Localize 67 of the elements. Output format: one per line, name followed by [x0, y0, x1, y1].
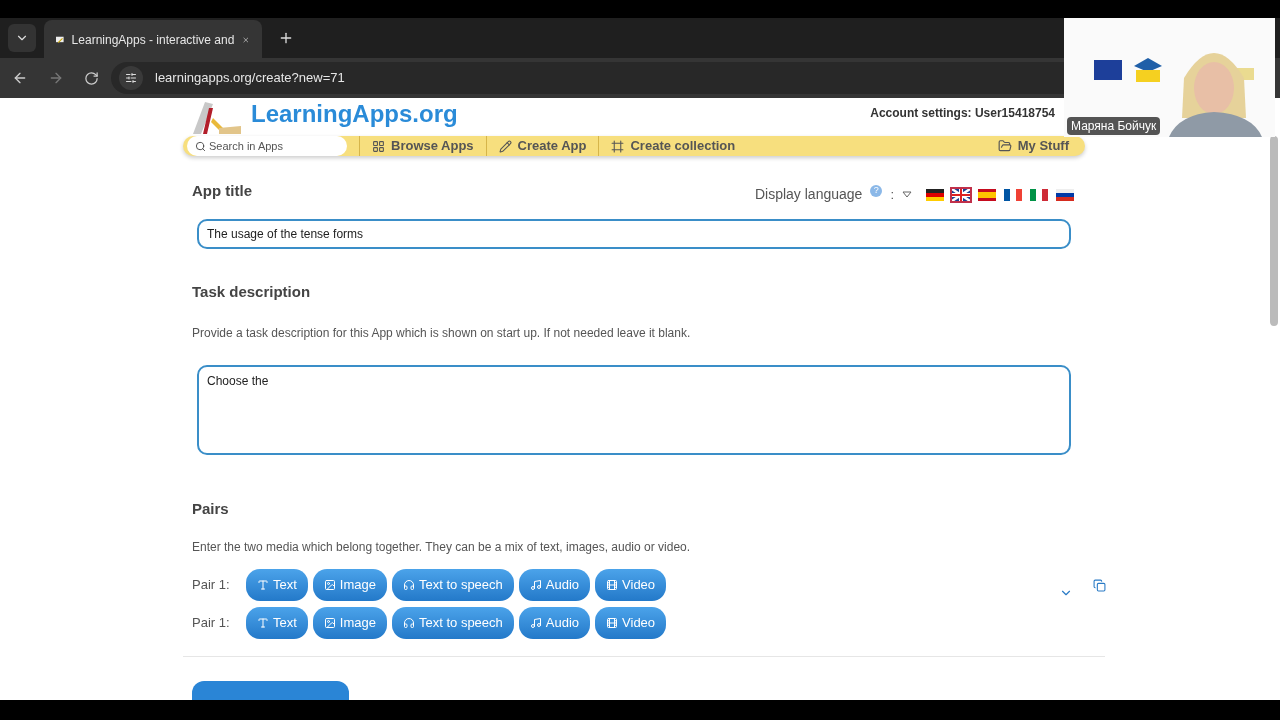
media-type-button[interactable]: Video: [595, 607, 667, 639]
language-flag-button[interactable]: [950, 186, 972, 203]
film-icon: [606, 579, 619, 591]
participant-name-label: Маряна Бойчук: [1067, 117, 1161, 135]
account-settings-link[interactable]: Account settings: User15418754: [870, 104, 1055, 122]
pairs-hint: Enter the two media which belong together. They can be a mix of text, images, audio or video.: [191, 539, 692, 556]
tab-favicon-icon: [56, 34, 64, 46]
site-logo[interactable]: LearningApps.org: [251, 102, 458, 126]
media-type-button[interactable]: Image: [312, 569, 387, 601]
section-heading: App title: [192, 181, 252, 201]
nav-link[interactable]: Create collection: [611, 136, 736, 156]
letter-icon: [257, 579, 269, 591]
language-flag-button[interactable]: [1054, 186, 1076, 203]
section-heading: Pairs: [191, 498, 230, 519]
flag-icon: [1056, 188, 1074, 201]
browser-tab[interactable]: LearningApps - interactive and: [44, 20, 262, 60]
flag-icon: [926, 188, 944, 201]
language-flag-button[interactable]: [976, 186, 998, 203]
separator-text: :: [890, 185, 894, 204]
media-type-button[interactable]: Image: [312, 607, 387, 639]
section-heading: Task description: [191, 282, 312, 302]
music-note-icon: [529, 579, 542, 591]
task-description-hint: Provide a task description for this App which is shown on start up. If not needed leave it blank.: [191, 324, 692, 342]
image-icon: [323, 617, 336, 629]
search-field[interactable]: Search in Apps: [187, 136, 347, 156]
media-type-button[interactable]: Audio: [518, 569, 591, 601]
flag-icon: [1030, 188, 1048, 201]
my-stuff-link[interactable]: My Stuff: [997, 136, 1069, 156]
language-flag-button[interactable]: [1002, 186, 1024, 203]
media-type-button[interactable]: Video: [595, 569, 667, 601]
duplicate-icon[interactable]: [1093, 578, 1106, 592]
headphones-icon: [403, 579, 415, 591]
media-type-button[interactable]: Text to speech: [392, 607, 514, 639]
pencil-icon: [498, 139, 512, 153]
nav-link[interactable]: Browse Apps: [372, 136, 474, 156]
flag-icon: [952, 188, 970, 201]
search-icon: [195, 141, 206, 152]
grid-icon: [372, 139, 385, 153]
folder-icon: [997, 139, 1012, 153]
media-type-button[interactable]: Text: [246, 569, 308, 601]
media-type-button[interactable]: Text: [246, 607, 308, 639]
forward-icon[interactable]: [48, 70, 64, 86]
music-note-icon: [529, 617, 542, 629]
address-bar[interactable]: learningapps.org/create?new=71: [111, 62, 1064, 94]
frame-icon: [611, 139, 625, 153]
back-icon[interactable]: [12, 70, 28, 86]
task-description-field[interactable]: Choose the: [197, 364, 1071, 455]
language-flag-button[interactable]: [924, 186, 946, 203]
nav-link[interactable]: Create App: [498, 136, 587, 156]
display-language-label: Display language: [754, 185, 863, 204]
media-type-button[interactable]: Audio: [518, 607, 591, 639]
app-title-field[interactable]: The usage of the tense forms: [197, 219, 1071, 249]
new-tab-icon[interactable]: [278, 30, 294, 46]
flag-icon: [978, 188, 996, 201]
headphones-icon: [403, 617, 415, 629]
image-icon: [323, 579, 336, 591]
reload-icon[interactable]: [84, 70, 99, 86]
tab-list-button[interactable]: [8, 24, 36, 52]
pair-label: Pair 1:: [192, 576, 231, 595]
film-icon: [606, 617, 619, 629]
flag-icon: [1004, 188, 1022, 201]
site-info-icon[interactable]: [119, 66, 143, 90]
pair-label: Pair 1:: [192, 614, 231, 633]
letter-icon: [257, 617, 269, 629]
media-type-button[interactable]: Text to speech: [392, 569, 514, 601]
dropdown-arrow-icon[interactable]: [902, 190, 912, 199]
help-button[interactable]: ?: [870, 184, 883, 197]
